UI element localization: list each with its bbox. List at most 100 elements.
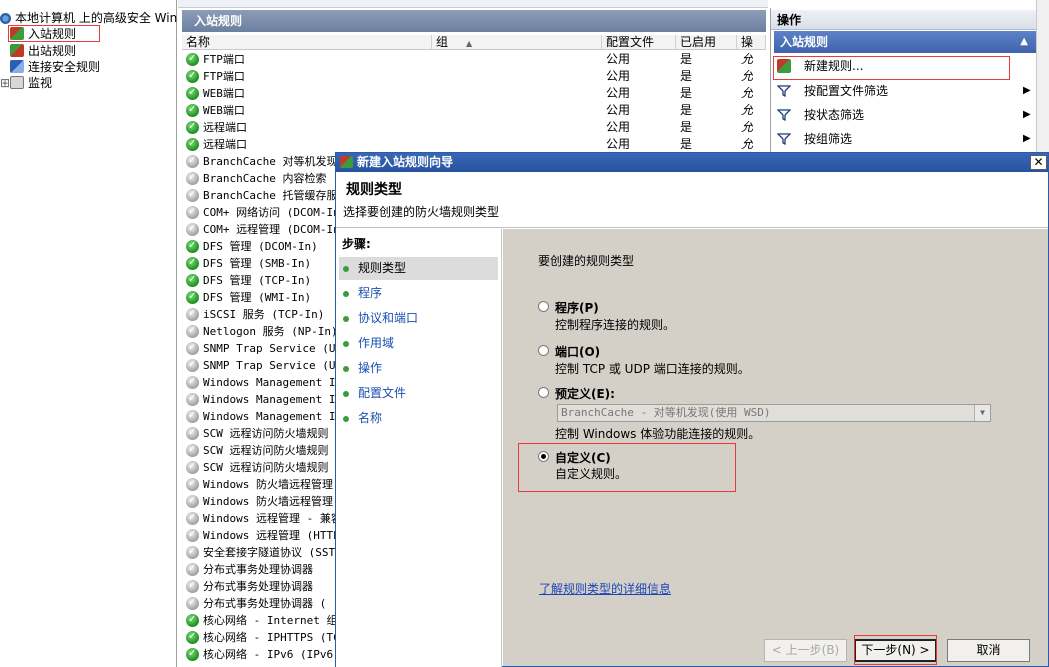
filter-icon bbox=[777, 85, 791, 98]
table-row[interactable]: WEB端口 公用 是 允 bbox=[182, 101, 766, 119]
actions-section-label: 入站规则 bbox=[780, 35, 829, 49]
cancel-button[interactable]: 取消 bbox=[947, 639, 1030, 662]
tree-item-inbound-rules[interactable]: 入站规则 bbox=[10, 26, 76, 42]
step-bullet-icon bbox=[343, 316, 349, 322]
firewall-wizard-icon bbox=[340, 156, 353, 168]
step-bullet-icon bbox=[343, 341, 349, 347]
steps-title: 步骤: bbox=[342, 237, 371, 251]
rule-name: SNMP Trap Service (UDP bbox=[203, 342, 335, 355]
predefined-select-value: BranchCache - 对等机发现(使用 WSD) bbox=[561, 406, 771, 419]
column-group-label: 组 bbox=[436, 35, 449, 49]
tree-item-label: 入站规则 bbox=[28, 27, 77, 41]
step-bullet-icon bbox=[343, 266, 349, 272]
radio-predefined[interactable] bbox=[538, 387, 549, 398]
close-button[interactable]: ✕ bbox=[1030, 155, 1047, 170]
submenu-arrow-icon: ▶ bbox=[1023, 85, 1031, 96]
disabled-check-icon bbox=[186, 169, 199, 186]
option-predefined-label[interactable]: 预定义(E): bbox=[555, 385, 615, 402]
rule-enabled: 是 bbox=[680, 86, 693, 100]
tree-item-connection-security[interactable]: 连接安全规则 bbox=[10, 59, 100, 75]
option-program-label[interactable]: 程序(P) bbox=[555, 299, 599, 316]
action-label: 按状态筛选 bbox=[804, 108, 865, 122]
rule-name: Windows 防火墙远程管理 bbox=[203, 495, 333, 508]
step-profile[interactable]: 配置文件 bbox=[339, 382, 498, 405]
option-port-label[interactable]: 端口(O) bbox=[555, 343, 600, 360]
step-name[interactable]: 名称 bbox=[339, 407, 498, 430]
step-scope[interactable]: 作用域 bbox=[339, 332, 498, 355]
step-program[interactable]: 程序 bbox=[339, 282, 498, 305]
actions-section-inbound[interactable]: 入站规则 ▲ bbox=[774, 31, 1036, 53]
tree-item-label: 连接安全规则 bbox=[28, 60, 101, 74]
tree-root[interactable]: 本地计算机 上的高级安全 Win bbox=[0, 10, 177, 26]
rule-name: Windows Management Ins bbox=[203, 376, 335, 389]
firewall-inbound-icon bbox=[10, 27, 24, 40]
step-rule-type[interactable]: 规则类型 bbox=[339, 257, 498, 280]
radio-program[interactable] bbox=[538, 301, 549, 312]
rule-profile: 公用 bbox=[606, 86, 631, 100]
disabled-check-icon bbox=[186, 390, 199, 407]
learn-more-link[interactable]: 了解规则类型的详细信息 bbox=[539, 580, 671, 597]
rule-profile: 公用 bbox=[606, 137, 631, 151]
rule-name: 安全套接字隧道协议 (SST bbox=[203, 546, 335, 559]
disabled-check-icon bbox=[186, 543, 199, 560]
radio-custom[interactable] bbox=[538, 451, 549, 462]
column-name[interactable]: 名称 bbox=[182, 35, 432, 50]
collapse-icon[interactable]: ▲ bbox=[1020, 31, 1028, 53]
disabled-check-icon bbox=[186, 322, 199, 339]
tree-item-monitor[interactable]: ⊞ 监视 bbox=[0, 75, 52, 91]
disabled-check-icon bbox=[186, 305, 199, 322]
rule-name: 分布式事务处理协调器 ( bbox=[203, 597, 327, 610]
filter-icon bbox=[777, 133, 791, 146]
table-row[interactable]: FTP端口 公用 是 允 bbox=[182, 67, 766, 85]
rule-profile: 公用 bbox=[606, 103, 631, 117]
table-row[interactable]: 远程端口 公用 是 允 bbox=[182, 135, 766, 153]
rule-name: BranchCache 内容检索 ( bbox=[203, 172, 335, 185]
enabled-check-icon bbox=[186, 118, 199, 135]
rule-action: 允 bbox=[741, 137, 754, 151]
rule-name: SCW 远程访问防火墙规则 bbox=[203, 444, 329, 457]
disabled-check-icon bbox=[186, 509, 199, 526]
submenu-arrow-icon: ▶ bbox=[1023, 109, 1031, 120]
back-button[interactable]: < 上一步(B) bbox=[764, 639, 847, 662]
page-title: 规则类型 bbox=[346, 182, 402, 198]
rule-name: BranchCache 托管缓存服 bbox=[203, 189, 335, 202]
table-row[interactable]: 远程端口 公用 是 允 bbox=[182, 118, 766, 136]
step-protocol-port[interactable]: 协议和端口 bbox=[339, 307, 498, 330]
column-action[interactable]: 操 bbox=[737, 35, 766, 50]
table-row[interactable]: FTP端口 公用 是 允 bbox=[182, 51, 766, 68]
disabled-check-icon bbox=[186, 424, 199, 441]
rule-action: 允 bbox=[741, 69, 754, 83]
disabled-check-icon bbox=[186, 492, 199, 509]
column-enabled[interactable]: 已启用 bbox=[676, 35, 737, 50]
predefined-select[interactable]: BranchCache - 对等机发现(使用 WSD) ▼ bbox=[557, 404, 991, 422]
radio-port[interactable] bbox=[538, 345, 549, 356]
disabled-check-icon bbox=[186, 220, 199, 237]
connection-security-icon bbox=[10, 60, 24, 73]
actions-title: 操作 bbox=[771, 10, 1037, 30]
rule-name: WEB端口 bbox=[203, 87, 245, 100]
table-row[interactable]: WEB端口 公用 是 允 bbox=[182, 84, 766, 102]
column-group[interactable]: 组 ▲ bbox=[432, 35, 602, 50]
toolbar-strip bbox=[178, 0, 768, 8]
next-button[interactable]: 下一步(N) > bbox=[854, 639, 937, 662]
expand-icon[interactable]: ⊞ bbox=[0, 75, 10, 91]
dialog-title: 新建入站规则向导 bbox=[357, 155, 454, 169]
rule-name: FTP端口 bbox=[203, 70, 245, 83]
rule-name: Windows Management Ins bbox=[203, 410, 335, 423]
tree-item-outbound-rules[interactable]: 出站规则 bbox=[10, 43, 76, 59]
rule-action: 允 bbox=[741, 103, 754, 117]
rule-name: SNMP Trap Service (UDP bbox=[203, 359, 335, 372]
new-rule-icon bbox=[777, 59, 791, 73]
option-custom-label[interactable]: 自定义(C) bbox=[555, 449, 611, 466]
enabled-check-icon bbox=[186, 237, 199, 254]
chevron-down-icon[interactable]: ▼ bbox=[974, 405, 990, 421]
dialog-header: 规则类型 选择要创建的防火墙规则类型 bbox=[336, 172, 1048, 228]
action-label: 按配置文件筛选 bbox=[804, 84, 889, 98]
disabled-check-icon bbox=[186, 475, 199, 492]
column-profile[interactable]: 配置文件 bbox=[602, 35, 676, 50]
rule-name: Windows 防火墙远程管理 bbox=[203, 478, 333, 491]
new-inbound-rule-wizard: 新建入站规则向导 ✕ 规则类型 选择要创建的防火墙规则类型 步骤: 规则类型 程… bbox=[335, 152, 1049, 667]
step-bullet-icon bbox=[343, 291, 349, 297]
step-action[interactable]: 操作 bbox=[339, 357, 498, 380]
dialog-titlebar[interactable]: 新建入站规则向导 ✕ bbox=[336, 153, 1048, 172]
